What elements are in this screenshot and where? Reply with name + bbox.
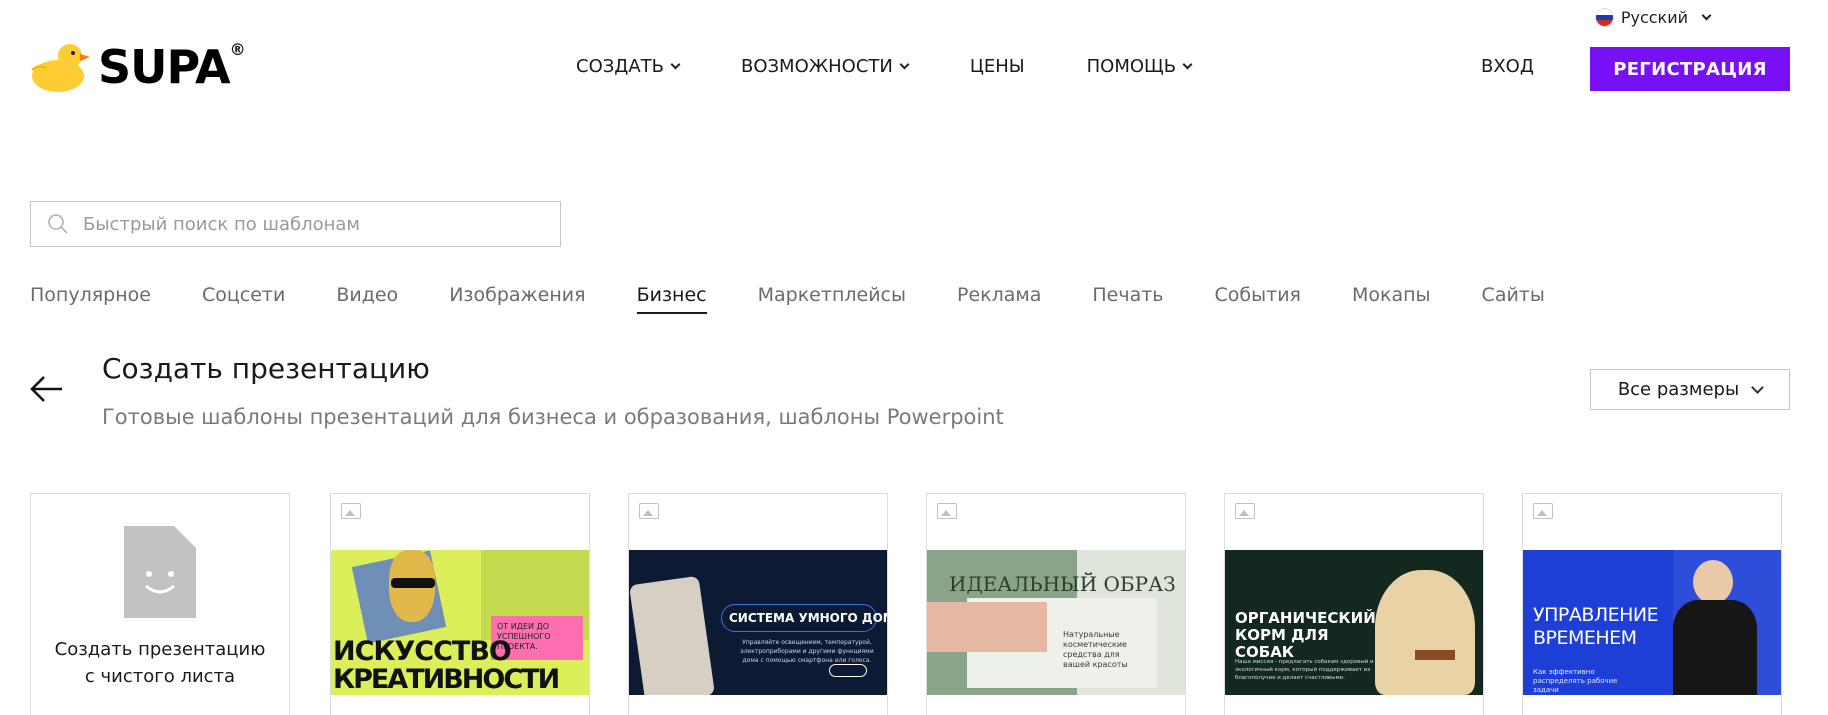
template-card[interactable]: ОРГАНИЧЕСКИЙ КОРМ ДЛЯ СОБАК Наша миссия …: [1224, 493, 1484, 715]
template-title-line1: ИСКУССТВО: [333, 636, 512, 667]
template-title: УПРАВЛЕНИЕ ВРЕМЕНЕМ: [1533, 604, 1659, 649]
search-icon: [48, 214, 68, 234]
template-card[interactable]: ИДЕАЛЬНЫЙ ОБРАЗ Натуральные косметически…: [926, 493, 1186, 715]
logo[interactable]: SUPA ®: [30, 40, 246, 94]
chevron-down-icon: [1701, 10, 1712, 20]
tab-images[interactable]: Изображения: [449, 284, 585, 314]
nav-create[interactable]: СОЗДАТЬ: [576, 56, 681, 77]
template-thumbnail: ОРГАНИЧЕСКИЙ КОРМ ДЛЯ СОБАК Наша миссия …: [1225, 550, 1483, 695]
template-title: ОРГАНИЧЕСКИЙ КОРМ ДЛЯ СОБАК: [1235, 609, 1376, 661]
duck-icon: [31, 44, 90, 92]
template-text: Натуральные косметические средства для в…: [1063, 630, 1128, 669]
nav-help-label: ПОМОЩЬ: [1086, 56, 1177, 77]
blank-document-icon: [124, 526, 196, 618]
tab-mockups[interactable]: Мокапы: [1352, 284, 1431, 314]
image-icon: [1235, 503, 1255, 519]
language-label: Русский: [1620, 8, 1688, 27]
chevron-down-icon: [899, 59, 910, 69]
nav-help[interactable]: ПОМОЩЬ: [1086, 56, 1193, 77]
tab-social[interactable]: Соцсети: [202, 284, 285, 314]
chevron-down-icon: [670, 59, 681, 69]
tab-popular[interactable]: Популярное: [30, 284, 151, 314]
image-icon: [639, 503, 659, 519]
tab-ads[interactable]: Реклама: [957, 284, 1041, 314]
template-card[interactable]: ОТ ИДЕИ ДО УСПЕШНОГО ПРОЕКТА. ИСКУССТВО …: [330, 493, 590, 715]
template-card[interactable]: СИСТЕМА УМНОГО ДОМА Управляйте освещение…: [628, 493, 888, 715]
chevron-down-icon: [1751, 380, 1765, 394]
language-selector[interactable]: Русский: [1594, 8, 1712, 27]
nav-create-label: СОЗДАТЬ: [576, 56, 664, 77]
nav-prices-label: ЦЕНЫ: [969, 56, 1025, 77]
nav-prices[interactable]: ЦЕНЫ: [970, 56, 1025, 77]
image-icon: [341, 503, 361, 519]
template-thumbnail: СИСТЕМА УМНОГО ДОМА Управляйте освещение…: [629, 550, 887, 695]
tab-events[interactable]: События: [1215, 284, 1301, 314]
template-thumbnail: ИДЕАЛЬНЫЙ ОБРАЗ Натуральные косметически…: [927, 550, 1185, 695]
search-input[interactable]: [83, 213, 523, 235]
template-card[interactable]: УПРАВЛЕНИЕ ВРЕМЕНЕМ Как эффективно распр…: [1522, 493, 1782, 715]
template-title-line2: КРЕАТИВНОСТИ: [333, 664, 560, 695]
tab-business[interactable]: Бизнес: [636, 284, 707, 314]
logo-wordmark: SUPA: [98, 40, 231, 94]
template-text: Наша миссия - предлагать собакам здоровы…: [1235, 659, 1374, 681]
blank-presentation-card[interactable]: Создать презентацию с чистого листа: [30, 493, 290, 715]
login-link[interactable]: ВХОД: [1481, 56, 1534, 77]
register-button[interactable]: РЕГИСТРАЦИЯ: [1590, 47, 1790, 91]
template-thumbnail: УПРАВЛЕНИЕ ВРЕМЕНЕМ Как эффективно распр…: [1523, 550, 1781, 695]
tab-print[interactable]: Печать: [1092, 284, 1163, 314]
template-thumbnail: ОТ ИДЕИ ДО УСПЕШНОГО ПРОЕКТА. ИСКУССТВО …: [331, 550, 589, 695]
page-title: Создать презентацию: [102, 352, 430, 385]
main-nav: СОЗДАТЬ ВОЗМОЖНОСТИ ЦЕНЫ ПОМОЩЬ: [576, 56, 1253, 77]
template-title: СИСТЕМА УМНОГО ДОМА: [729, 611, 887, 625]
back-arrow-icon[interactable]: [30, 372, 64, 406]
nav-features-label: ВОЗМОЖНОСТИ: [741, 56, 893, 77]
template-text: Управляйте освещением, температурой, эле…: [740, 639, 874, 664]
blank-card-label: Создать презентацию с чистого листа: [54, 639, 266, 687]
page-subtitle: Готовые шаблоны презентаций для бизнеса …: [102, 405, 1004, 429]
image-icon: [1533, 503, 1553, 519]
tab-marketplaces[interactable]: Маркетплейсы: [758, 284, 906, 314]
category-tabs: Популярное Соцсети Видео Изображения Биз…: [30, 284, 1596, 314]
sizes-label: Все размеры: [1617, 379, 1740, 400]
sizes-dropdown[interactable]: Все размеры: [1590, 369, 1790, 410]
russia-flag-icon: [1594, 8, 1614, 27]
tab-video[interactable]: Видео: [336, 284, 398, 314]
template-title: ИДЕАЛЬНЫЙ ОБРАЗ: [949, 572, 1176, 596]
template-text: Как эффективно распределять рабочие зада…: [1533, 668, 1618, 694]
image-icon: [937, 503, 957, 519]
template-search: [30, 201, 561, 247]
tab-sites[interactable]: Сайты: [1482, 284, 1545, 314]
chevron-down-icon: [1182, 59, 1193, 69]
nav-features[interactable]: ВОЗМОЖНОСТИ: [741, 56, 910, 77]
registered-mark: ®: [229, 39, 246, 59]
